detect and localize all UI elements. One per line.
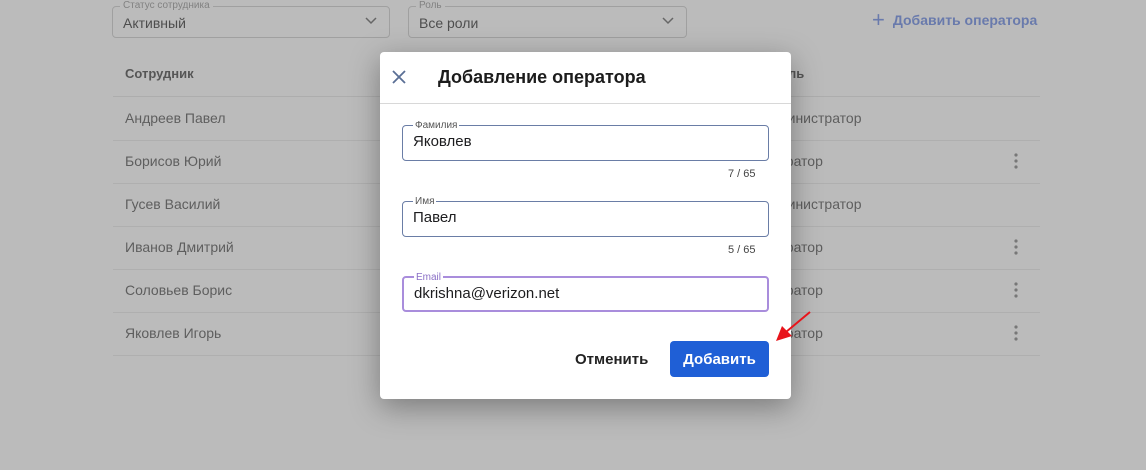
last-name-label: Фамилия [413,120,460,131]
annotation-arrow-icon [776,311,811,341]
first-name-label: Имя [413,196,437,207]
add-operator-dialog: Добавление оператора Фамилия 7 / 65 Имя … [380,52,791,399]
email-input[interactable] [414,285,754,302]
first-name-input[interactable] [413,209,753,226]
dialog-title: Добавление оператора [438,67,646,87]
first-name-counter: 5 / 65 [728,244,756,256]
dialog-header-divider [380,103,791,104]
email-label: Email [414,272,444,283]
email-field[interactable]: Email [402,272,769,312]
close-icon[interactable] [391,69,407,85]
cancel-button[interactable]: Отменить [569,342,653,376]
last-name-counter: 7 / 65 [728,168,756,180]
first-name-field[interactable]: Имя [402,196,769,237]
last-name-input[interactable] [413,133,753,150]
last-name-field[interactable]: Фамилия [402,120,769,161]
add-button[interactable]: Добавить [670,341,769,377]
